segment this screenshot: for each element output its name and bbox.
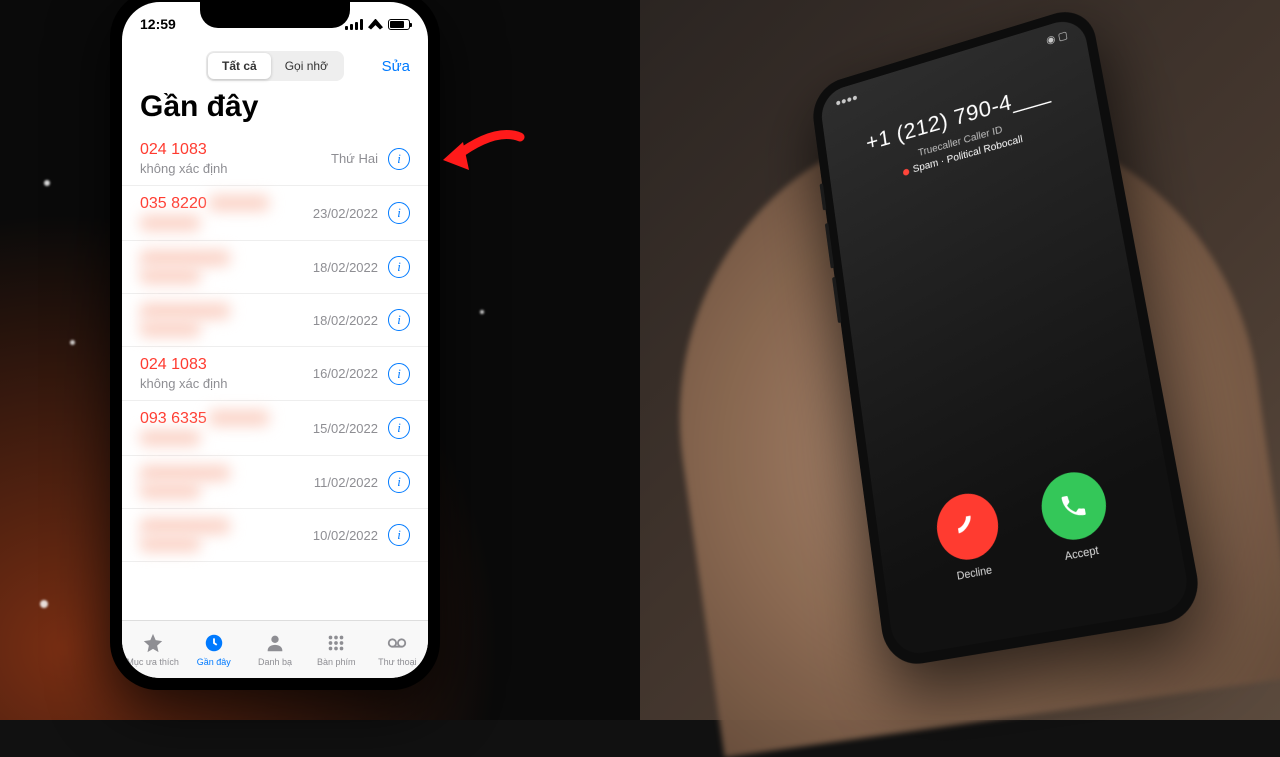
tab-label: Gần đây <box>197 657 231 667</box>
call-number: 093 6335 <box>140 410 269 428</box>
voicemail-icon <box>386 632 408 654</box>
tab-label: Thư thoại <box>378 657 417 667</box>
call-number <box>140 465 230 481</box>
tab-label: Mục ưa thích <box>126 657 179 667</box>
accept-label: Accept <box>1064 544 1100 563</box>
call-sublabel <box>140 268 200 284</box>
call-date: 15/02/2022 <box>313 421 378 436</box>
call-row[interactable]: 035 8220 23/02/2022 i <box>122 186 428 241</box>
spam-dot-icon <box>903 168 910 176</box>
info-button[interactable]: i <box>388 256 410 278</box>
wifi-icon <box>368 19 383 30</box>
person-icon <box>264 632 286 654</box>
phone-down-icon <box>952 510 983 544</box>
call-buttons: Decline Accept <box>875 454 1180 596</box>
call-sublabel <box>140 215 200 231</box>
tab-favorites[interactable]: Mục ưa thích <box>122 621 183 678</box>
call-row[interactable]: 024 1083 không xác định 16/02/2022 i <box>122 347 428 401</box>
segmented-control: Tất cả Gọi nhỡ <box>206 51 344 81</box>
call-sublabel <box>140 321 200 337</box>
call-number <box>140 250 230 266</box>
iphone-frame: 12:59 Tất cả Gọi nhỡ Sửa Gần đây 024 <box>110 0 440 690</box>
composite-image: 12:59 Tất cả Gọi nhỡ Sửa Gần đây 024 <box>0 0 1280 720</box>
call-date: 11/02/2022 <box>314 475 378 490</box>
status-time: 12:59 <box>140 16 176 32</box>
info-button[interactable]: i <box>388 309 410 331</box>
call-row[interactable]: 18/02/2022 i <box>122 241 428 294</box>
tab-voicemail[interactable]: Thư thoại <box>367 621 428 678</box>
call-date: 23/02/2022 <box>313 206 378 221</box>
call-sublabel <box>140 483 200 499</box>
call-row[interactable]: 10/02/2022 i <box>122 509 428 562</box>
call-date: Thứ Hai <box>331 151 378 166</box>
call-sublabel <box>140 536 200 552</box>
call-number: 024 1083 <box>140 356 227 374</box>
call-sublabel: không xác định <box>140 161 227 176</box>
call-date: 18/02/2022 <box>313 313 378 328</box>
decline-label: Decline <box>956 564 993 583</box>
call-number <box>140 518 230 534</box>
tab-contacts[interactable]: Danh bạ <box>244 621 305 678</box>
accept-button[interactable]: Accept <box>1037 467 1115 566</box>
tab-recents[interactable]: Gần đây <box>183 621 244 678</box>
iphone-screen: 12:59 Tất cả Gọi nhỡ Sửa Gần đây 024 <box>122 2 428 678</box>
battery-icon <box>388 19 410 30</box>
call-sublabel: không xác định <box>140 376 227 391</box>
page-title: Gần đây <box>122 86 428 132</box>
call-number <box>140 303 230 319</box>
decline-button[interactable]: Decline <box>933 488 1006 585</box>
info-button[interactable]: i <box>388 524 410 546</box>
tab-label: Bàn phím <box>317 657 356 667</box>
call-date: 18/02/2022 <box>313 260 378 275</box>
call-row[interactable]: 024 1083 không xác định Thứ Hai i <box>122 132 428 186</box>
call-sublabel <box>140 430 200 446</box>
info-button[interactable]: i <box>388 471 410 493</box>
segment-missed[interactable]: Gọi nhỡ <box>271 53 342 79</box>
status-icons <box>345 19 410 30</box>
notch <box>200 2 350 28</box>
call-number: 035 8220 <box>140 195 269 213</box>
incoming-call-screen: ●●●●◉ ▢ +1 (212) 790-4___ Truecaller Cal… <box>819 15 1192 657</box>
left-panel: 12:59 Tất cả Gọi nhỡ Sửa Gần đây 024 <box>0 0 640 720</box>
clock-icon <box>203 632 225 654</box>
info-button[interactable]: i <box>388 148 410 170</box>
call-row[interactable]: 093 6335 15/02/2022 i <box>122 401 428 456</box>
red-arrow-annotation <box>435 122 525 197</box>
signal-icon <box>345 19 363 30</box>
keypad-icon <box>325 632 347 654</box>
recents-list[interactable]: 024 1083không xác địnhThứ Haii035 8220 2… <box>122 132 428 620</box>
call-row[interactable]: 18/02/2022 i <box>122 294 428 347</box>
call-date: 16/02/2022 <box>313 366 378 381</box>
call-date: 10/02/2022 <box>313 528 378 543</box>
edit-button[interactable]: Sửa <box>382 58 410 75</box>
phone-icon <box>1057 489 1090 523</box>
info-button[interactable]: i <box>388 417 410 439</box>
tab-keypad[interactable]: Bàn phím <box>306 621 367 678</box>
star-icon <box>142 632 164 654</box>
tab-label: Danh bạ <box>258 657 292 667</box>
call-number: 024 1083 <box>140 141 227 159</box>
call-row[interactable]: 11/02/2022 i <box>122 456 428 509</box>
segmented-control-row: Tất cả Gọi nhỡ Sửa <box>122 46 428 86</box>
info-button[interactable]: i <box>388 363 410 385</box>
segment-all[interactable]: Tất cả <box>208 53 271 79</box>
tab-bar: Mục ưa thích Gần đây Danh bạ Bàn phím <box>122 620 428 678</box>
right-panel: ●●●●◉ ▢ +1 (212) 790-4___ Truecaller Cal… <box>640 0 1280 720</box>
info-button[interactable]: i <box>388 202 410 224</box>
